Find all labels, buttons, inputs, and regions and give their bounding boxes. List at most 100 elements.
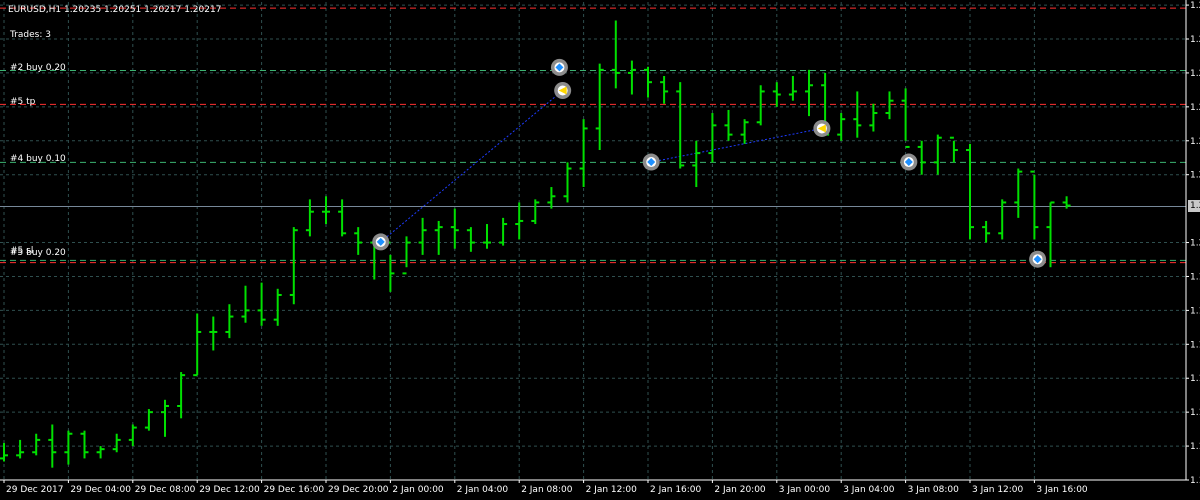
level-label-5tp: #5 tp: [10, 97, 36, 107]
close-marker-icon[interactable]: [813, 119, 831, 137]
x-tick-label: 3 Jan 08:00: [908, 485, 960, 495]
ohlc-bar: [547, 187, 556, 209]
buy-marker-icon[interactable]: [642, 153, 660, 171]
price-chart[interactable]: 1.20870 1.20760 1.20650 1.20540 1.20430 1.203…: [0, 0, 1200, 500]
ohlc-bar: [563, 162, 572, 203]
ohlc-bar: [933, 134, 942, 175]
x-tick-label: 3 Jan 00:00: [779, 485, 831, 495]
x-tick-label: 2 Jan 08:00: [521, 485, 573, 495]
ohlc-bar: [434, 220, 443, 255]
y-tick-label: 1.19330: [1190, 476, 1200, 486]
ohlc-bar: [225, 304, 234, 339]
ohlc-bar: [209, 316, 218, 351]
ohlc-bar: [338, 199, 347, 237]
trade-markers[interactable]: [372, 58, 1047, 268]
ohlc-bar: [418, 217, 427, 255]
ohlc-bar: [273, 288, 282, 326]
x-tick-label: 3 Jan 16:00: [1036, 485, 1088, 495]
ohlc-bar: [112, 433, 121, 453]
ohlc-bar: [1014, 168, 1023, 218]
ohlc-bar: [611, 20, 620, 89]
buy-marker-icon[interactable]: [1029, 250, 1047, 268]
ohlc-bar: [1030, 170, 1039, 240]
x-tick-label: 3 Jan 12:00: [972, 485, 1024, 495]
ohlc-bar: [853, 91, 862, 138]
ohlc-bar: [1046, 201, 1055, 268]
y-tick-label: 1.19880: [1190, 306, 1200, 316]
ohlc-bar: [64, 430, 73, 465]
ohlc-bar: [998, 199, 1007, 240]
ohlc-bar: [885, 91, 894, 120]
y-tick-label: 1.20100: [1190, 239, 1200, 249]
ohlc-bar: [80, 430, 89, 459]
ohlc-bar: [241, 285, 250, 323]
ohlc-bar: [354, 227, 363, 255]
ohlc-bar: [724, 109, 733, 141]
y-tick-label: 1.20760: [1190, 35, 1200, 45]
x-tick-label: 29 Dec 20:00: [328, 485, 389, 495]
y-tick-label: 1.20320: [1190, 171, 1200, 181]
level-label-5sl: #5 sl: [10, 246, 34, 256]
buy-marker-icon[interactable]: [372, 233, 390, 251]
y-tick-label: 1.20650: [1190, 69, 1200, 79]
ohlc-bar: [402, 236, 411, 275]
y-tick-label: 1.19440: [1190, 442, 1200, 452]
level-label-4buy: #4 buy 0.10: [10, 154, 66, 164]
x-tick-label: 29 Dec 12:00: [199, 485, 260, 495]
ohlc-bar: [917, 140, 926, 175]
ohlc-bar: [466, 227, 475, 252]
ohlc-bar: [161, 399, 169, 437]
close-marker-icon[interactable]: [554, 82, 572, 100]
ohlc-bar: [837, 113, 846, 141]
x-tick-label: 3 Jan 04:00: [843, 485, 895, 495]
ohlc-bar: [869, 103, 878, 132]
x-tick-label: 2 Jan 04:00: [457, 485, 509, 495]
ohlc-bar: [708, 113, 717, 163]
ohlc-bar: [322, 196, 330, 225]
ohlc-bar: [483, 224, 491, 249]
symbol-info: EURUSD,H1 1.20235 1.20251 1.20217 1.2021…: [8, 5, 222, 15]
ohlc-bar: [788, 76, 797, 101]
current-price-label: 1.20217: [1188, 200, 1200, 213]
ohlc-bar: [644, 66, 652, 98]
ohlc-bar: [257, 282, 266, 326]
y-tick-label: 1.19550: [1190, 408, 1200, 418]
ohlc-bar: [740, 119, 749, 144]
ohlc-bar: [16, 439, 25, 459]
y-tick-label: 1.20430: [1190, 137, 1200, 147]
trade-path-line: [651, 127, 822, 163]
buy-marker-icon[interactable]: [900, 153, 918, 171]
ohlc-bar: [531, 199, 540, 225]
y-tick-label: 1.19770: [1190, 340, 1200, 350]
ohlc-bar: [966, 143, 974, 240]
ohlc-bar: [499, 217, 508, 246]
ohlc-bar: [627, 60, 636, 95]
ohlc-bar: [772, 82, 781, 107]
ohlc-bar: [515, 202, 524, 240]
ohlc-bar: [177, 372, 186, 419]
level-label-2buy: #2 buy 0.20: [10, 63, 66, 73]
y-tick-label: 1.20540: [1190, 103, 1200, 113]
ohlc-bars: [0, 20, 1071, 468]
ohlc-bar: [692, 140, 701, 188]
x-tick-label: 2 Jan 20:00: [714, 485, 766, 495]
chart-grid: [0, 2, 1186, 481]
ohlc-bar: [949, 136, 958, 163]
x-tick-label: 29 Dec 08:00: [135, 485, 196, 495]
x-tick-label: 2 Jan 12:00: [586, 485, 638, 495]
ohlc-bar: [805, 69, 813, 117]
buy-marker-icon[interactable]: [550, 58, 568, 76]
order-level-lines: [0, 7, 1186, 264]
ohlc-bar: [901, 88, 910, 148]
ohlc-bar: [756, 85, 765, 126]
trades-count: Trades: 3: [10, 30, 51, 40]
y-tick-label: 1.19660: [1190, 374, 1200, 384]
ohlc-bar: [289, 227, 298, 305]
ohlc-bar: [96, 446, 105, 459]
x-tick-label: 2 Jan 16:00: [650, 485, 702, 495]
y-tick-label: 1.19990: [1190, 272, 1200, 282]
x-tick-label: 29 Dec 04:00: [70, 485, 131, 495]
ohlc-bar: [579, 119, 588, 188]
y-tick-label: 1.20870: [1190, 1, 1200, 11]
x-tick-label: 29 Dec 16:00: [264, 485, 325, 495]
